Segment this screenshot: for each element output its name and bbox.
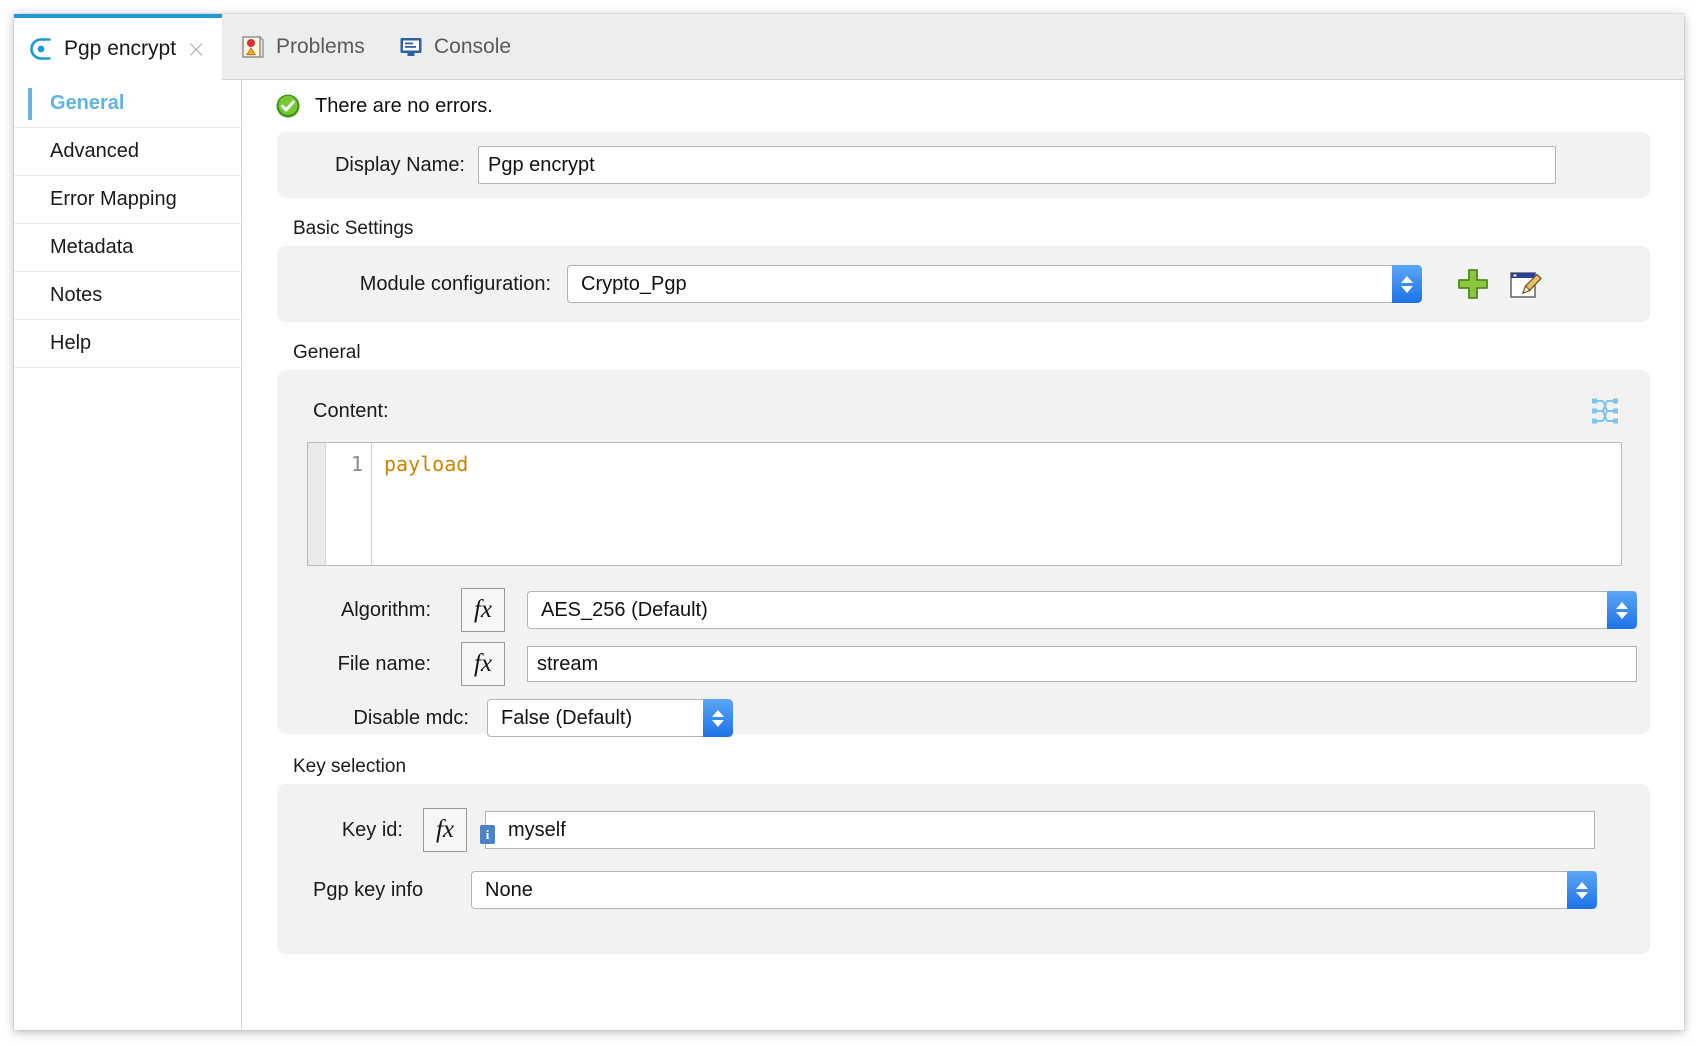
tab-label: Console — [434, 35, 511, 59]
editor-code-text[interactable]: payload — [372, 443, 1621, 565]
algorithm-select[interactable]: AES_256 (Default) — [527, 591, 1637, 629]
disable-mdc-select[interactable]: False (Default) — [487, 699, 733, 737]
settings-panel: There are no errors. Display Name: Pgp e… — [243, 80, 1684, 1030]
pgp-key-info-label: Pgp key info — [313, 879, 469, 902]
file-name-label: File name: — [313, 653, 431, 676]
tab-bar: Pgp encrypt × Problems — [14, 14, 1684, 80]
chevron-updown-icon[interactable] — [703, 699, 733, 737]
status-message: There are no errors. — [243, 80, 1684, 132]
sidebar: General Advanced Error Mapping Metadata … — [14, 80, 242, 1030]
add-plus-icon[interactable] — [1454, 265, 1492, 303]
key-id-fx-button[interactable]: fx — [423, 808, 467, 852]
sidebar-item-advanced[interactable]: Advanced — [14, 128, 241, 176]
sidebar-item-help[interactable]: Help — [14, 320, 241, 368]
module-configuration-select[interactable]: Crypto_Pgp — [567, 265, 1422, 303]
key-id-input[interactable]: myself — [485, 811, 1595, 849]
status-text: There are no errors. — [315, 95, 493, 118]
sidebar-item-label: Help — [50, 332, 91, 355]
editor-marker-strip — [308, 443, 326, 565]
general-section-title: General — [243, 342, 1684, 364]
tab-label: Problems — [276, 35, 365, 59]
mule-connector-icon — [28, 36, 54, 62]
module-configuration-label: Module configuration: — [313, 273, 551, 296]
content-label: Content: — [313, 400, 389, 423]
module-configuration-value: Crypto_Pgp — [581, 273, 687, 296]
problems-icon — [240, 34, 266, 60]
info-badge-icon[interactable]: i — [480, 825, 495, 844]
algorithm-label: Algorithm: — [313, 599, 431, 622]
tab-console[interactable]: Console — [384, 14, 535, 80]
editor-line-number: 1 — [326, 443, 372, 565]
display-name-label: Display Name: — [277, 154, 465, 177]
datamapper-icon[interactable] — [1588, 396, 1622, 426]
basic-settings-panel: Module configuration: Crypto_Pgp — [277, 246, 1650, 322]
basic-settings-title: Basic Settings — [243, 218, 1684, 240]
algorithm-value: AES_256 (Default) — [541, 599, 708, 622]
content-code-editor[interactable]: 1 payload — [307, 442, 1622, 566]
display-name-panel: Display Name: Pgp encrypt — [277, 132, 1650, 198]
file-name-input[interactable]: stream — [527, 646, 1637, 682]
sidebar-item-notes[interactable]: Notes — [14, 272, 241, 320]
key-selection-panel: Key id: fx myself i Pgp key info None — [277, 784, 1650, 954]
tab-pgp-encrypt[interactable]: Pgp encrypt × — [14, 14, 222, 80]
sidebar-item-general[interactable]: General — [14, 80, 241, 128]
sidebar-item-label: Error Mapping — [50, 188, 177, 211]
display-name-input[interactable]: Pgp encrypt — [478, 146, 1556, 184]
chevron-updown-icon[interactable] — [1607, 591, 1637, 629]
tab-label: Pgp encrypt — [64, 37, 176, 61]
tab-problems[interactable]: Problems — [226, 14, 389, 80]
algorithm-fx-button[interactable]: fx — [461, 588, 505, 632]
chevron-updown-icon[interactable] — [1567, 871, 1597, 909]
edit-pencil-icon[interactable] — [1506, 265, 1544, 303]
close-icon[interactable]: × — [186, 37, 206, 61]
sidebar-item-label: Metadata — [50, 236, 133, 259]
disable-mdc-value: False (Default) — [501, 707, 632, 730]
disable-mdc-label: Disable mdc: — [313, 707, 469, 730]
key-id-label: Key id: — [313, 819, 403, 842]
chevron-updown-icon[interactable] — [1392, 265, 1422, 303]
editor-window: Pgp encrypt × Problems — [14, 14, 1684, 1030]
general-panel: Content: 1 — [277, 370, 1650, 734]
sidebar-item-metadata[interactable]: Metadata — [14, 224, 241, 272]
pgp-key-info-value: None — [485, 879, 533, 902]
sidebar-item-label: General — [50, 92, 124, 115]
success-check-icon — [275, 93, 301, 119]
key-selection-title: Key selection — [243, 756, 1684, 778]
sidebar-item-label: Notes — [50, 284, 102, 307]
sidebar-item-label: Advanced — [50, 140, 139, 163]
pgp-key-info-select[interactable]: None — [471, 871, 1597, 909]
file-name-fx-button[interactable]: fx — [461, 642, 505, 686]
sidebar-item-error-mapping[interactable]: Error Mapping — [14, 176, 241, 224]
console-icon — [398, 34, 424, 60]
